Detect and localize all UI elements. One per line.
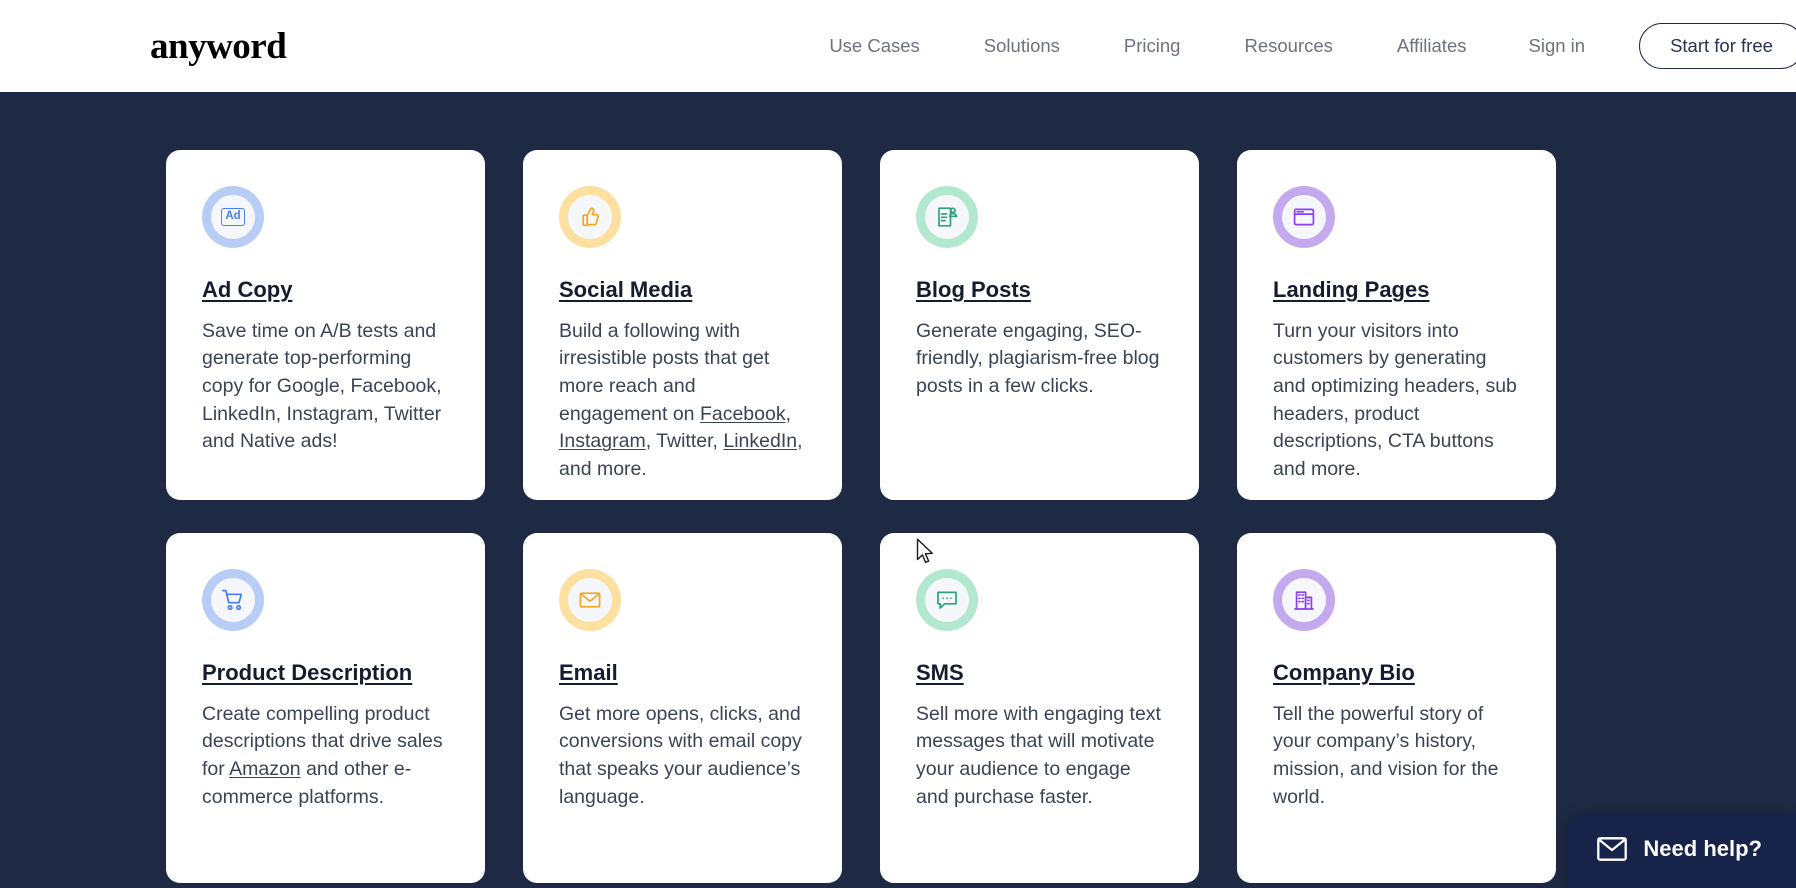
card-title-link[interactable]: SMS: [916, 659, 964, 687]
card-title-link[interactable]: Product Description: [202, 659, 412, 687]
card-description: Sell more with engaging text messages th…: [916, 701, 1163, 812]
thumbs-up-icon: [568, 195, 612, 239]
card-icon-ring: Ad: [202, 186, 264, 248]
card-icon-ring: [202, 569, 264, 631]
anyword-logo[interactable]: anyword: [150, 28, 287, 65]
use-case-card[interactable]: Blog Posts Generate engaging, SEO-friendl…: [880, 150, 1199, 500]
nav-sign-in[interactable]: Sign in: [1499, 36, 1586, 56]
nav-affiliates[interactable]: Affiliates: [1365, 36, 1499, 56]
use-case-card-grid: Ad Ad Copy Save time on A/B tests and gene…: [166, 150, 1558, 883]
card-icon-ring: [916, 186, 978, 248]
need-help-label: Need help?: [1643, 836, 1762, 861]
browser-window-icon: [1282, 195, 1326, 239]
card-description-link[interactable]: Instagram: [559, 430, 646, 452]
main-navigation: Use Cases Solutions Pricing Resources Affili…: [797, 36, 1586, 56]
card-description-text: Generate engaging, SEO-friendly, plagiar…: [916, 319, 1160, 397]
nav-pricing[interactable]: Pricing: [1092, 36, 1213, 56]
card-title-link[interactable]: Email: [559, 659, 618, 687]
card-description: Get more opens, clicks, and conversions …: [559, 701, 806, 812]
use-case-card[interactable]: Ad Ad Copy Save time on A/B tests and gene…: [166, 150, 485, 500]
use-case-card[interactable]: Product Description Create compelling pro…: [166, 533, 485, 883]
nav-use-cases[interactable]: Use Cases: [797, 36, 951, 56]
site-header: anyword Use Cases Solutions Pricing Resourc…: [0, 0, 1796, 92]
building-icon: [1282, 578, 1326, 622]
ad-badge-icon: Ad: [211, 195, 255, 239]
nav-solutions[interactable]: Solutions: [952, 36, 1092, 56]
card-title-link[interactable]: Landing Pages: [1273, 276, 1429, 304]
nav-resources[interactable]: Resources: [1212, 36, 1364, 56]
card-description-link[interactable]: Facebook: [700, 403, 786, 425]
card-description-link[interactable]: LinkedIn: [723, 430, 797, 452]
use-case-card[interactable]: Landing Pages Turn your visitors into cus…: [1237, 150, 1556, 500]
card-description: Create compelling product descriptions t…: [202, 701, 449, 812]
use-case-card[interactable]: SMS Sell more with engaging text messages…: [880, 533, 1199, 883]
card-description: Generate engaging, SEO-friendly, plagiar…: [916, 318, 1163, 401]
card-title-link[interactable]: Ad Copy: [202, 276, 292, 304]
card-icon-ring: [1273, 186, 1335, 248]
card-icon-ring: [559, 186, 621, 248]
card-description-text: Turn your visitors into customers by gen…: [1273, 319, 1517, 480]
card-description: Build a following with irresistible post…: [559, 318, 806, 484]
shopping-cart-icon: [211, 578, 255, 622]
start-for-free-button[interactable]: Start for free: [1639, 22, 1796, 70]
document-person-icon: [925, 195, 969, 239]
card-description-text: , Twitter,: [645, 430, 724, 453]
card-description: Tell the powerful story of your company’…: [1273, 701, 1520, 812]
card-description-link[interactable]: Amazon: [229, 758, 301, 780]
card-title-link[interactable]: Social Media: [559, 276, 692, 304]
chat-bubble-icon: [925, 578, 969, 622]
card-title-link[interactable]: Blog Posts: [916, 276, 1031, 304]
card-description-text: Sell more with engaging text messages th…: [916, 702, 1161, 808]
card-description: Turn your visitors into customers by gen…: [1273, 318, 1520, 484]
use-case-card[interactable]: Email Get more opens, clicks, and convers…: [523, 533, 842, 883]
card-icon-ring: [1273, 569, 1335, 631]
card-description-text: ,: [785, 402, 792, 425]
envelope-icon: [1597, 837, 1628, 861]
need-help-widget[interactable]: Need help?: [1567, 814, 1796, 888]
use-case-card[interactable]: Company Bio Tell the powerful story of yo…: [1237, 533, 1556, 883]
card-description-text: Get more opens, clicks, and conversions …: [559, 702, 802, 808]
envelope-icon: [568, 578, 612, 622]
card-icon-ring: [916, 569, 978, 631]
card-description: Save time on A/B tests and generate top-…: [202, 318, 449, 456]
card-title-link[interactable]: Company Bio: [1273, 659, 1415, 687]
use-case-card[interactable]: Social Media Build a following with irres…: [523, 150, 842, 500]
card-description-text: Save time on A/B tests and generate top-…: [202, 319, 442, 453]
card-description-text: Tell the powerful story of your company’…: [1273, 702, 1499, 808]
card-icon-ring: [559, 569, 621, 631]
